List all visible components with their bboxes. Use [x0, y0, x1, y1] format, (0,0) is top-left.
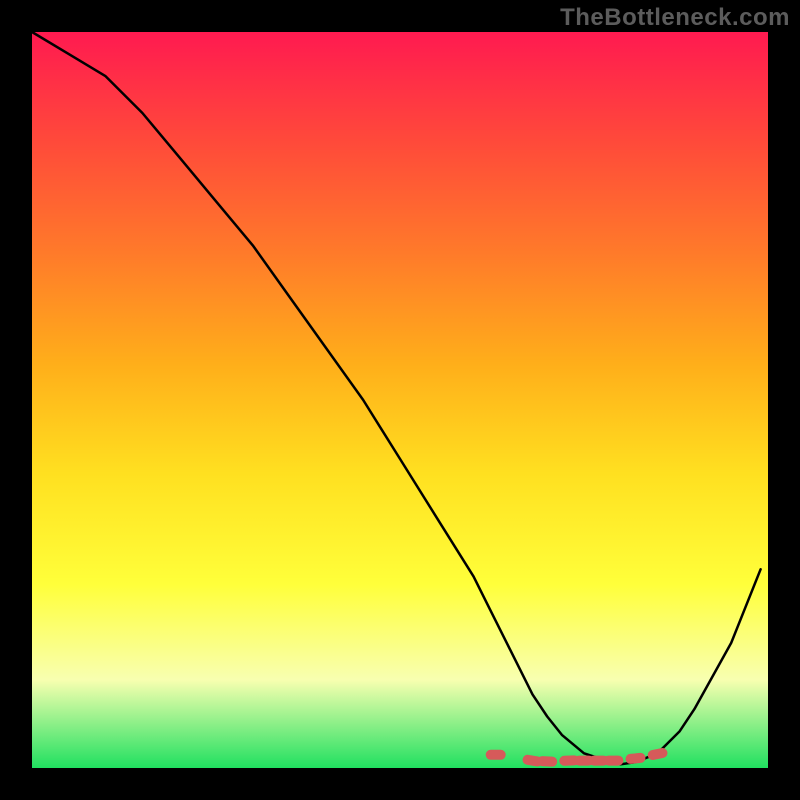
bottleneck-curve	[32, 32, 761, 764]
highlight-marker	[486, 750, 506, 760]
highlight-marker	[537, 756, 557, 767]
chart-overlay	[0, 0, 800, 800]
highlight-marker	[625, 752, 646, 764]
highlight-marker	[647, 747, 669, 761]
highlight-marker	[603, 756, 623, 766]
